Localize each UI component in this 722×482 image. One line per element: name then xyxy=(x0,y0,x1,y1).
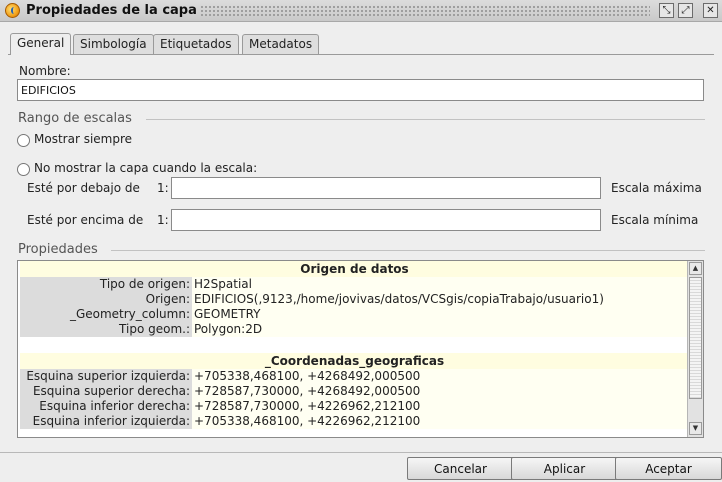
prop-value: +705338,468100, +4226962,212100 xyxy=(192,414,689,429)
bottom-separator xyxy=(0,452,722,453)
nombre-input[interactable] xyxy=(17,79,704,101)
table-row: Tipo de origen: H2Spatial xyxy=(20,277,689,292)
minimize-icon[interactable]: ⤡ xyxy=(659,3,674,18)
properties-panel[interactable]: Origen de datos Tipo de origen: H2Spatial… xyxy=(17,260,704,438)
tab-metadatos[interactable]: Metadatos xyxy=(242,34,320,54)
properties-table: Origen de datos Tipo de origen: H2Spatial… xyxy=(20,261,689,429)
coordenadas-header: _Coordenadas_geograficas xyxy=(20,353,689,369)
prop-key: Esquina superior derecha: xyxy=(20,384,192,399)
blank-row xyxy=(20,337,689,353)
apply-button[interactable]: Aplicar xyxy=(511,457,618,480)
escala-minima-label: Escala mínima xyxy=(611,213,699,227)
table-row: Esquina superior izquierda: +705338,46810… xyxy=(20,369,689,384)
prop-key: Tipo de origen: xyxy=(20,277,192,292)
prop-key: Tipo geom.: xyxy=(20,322,192,337)
table-row: Origen: EDIFICIOS(,9123,/home/jovivas/dat… xyxy=(20,292,689,307)
rango-section-title: Rango de escalas xyxy=(18,111,132,126)
vertical-scrollbar[interactable]: ▲ ▼ xyxy=(687,261,703,437)
no-mostrar-label[interactable]: No mostrar la capa cuando la escala: xyxy=(34,161,257,175)
title-grip[interactable] xyxy=(200,5,650,17)
table-row: Tipo geom.: Polygon:2D xyxy=(20,322,689,337)
encima-prefix: 1: xyxy=(157,213,169,227)
propiedades-separator xyxy=(111,250,705,251)
table-row: Esquina inferior derecha: +728587,730000,… xyxy=(20,399,689,414)
prop-key: Esquina inferior izquierda: xyxy=(20,414,192,429)
prop-key: Origen: xyxy=(20,292,192,307)
prop-value: +728587,730000, +4226962,212100 xyxy=(192,399,689,414)
tab-simbologia[interactable]: Simbología xyxy=(73,34,154,54)
table-row: _Geometry_column: GEOMETRY xyxy=(20,307,689,322)
table-row: Esquina inferior izquierda: +705338,46810… xyxy=(20,414,689,429)
rango-separator xyxy=(146,119,705,120)
title-bar: Propiedades de la capa ⤡ ⤢ ✕ xyxy=(0,0,722,22)
mostrar-siempre-radio[interactable] xyxy=(17,134,30,147)
table-row: Esquina superior derecha: +728587,730000,… xyxy=(20,384,689,399)
prop-key: _Geometry_column: xyxy=(20,307,192,322)
debajo-label: Esté por debajo de xyxy=(27,181,140,195)
prop-value: H2Spatial xyxy=(192,277,689,292)
prop-value: GEOMETRY xyxy=(192,307,689,322)
app-logo-icon xyxy=(5,3,20,18)
debajo-prefix: 1: xyxy=(157,181,169,195)
tab-panel-border xyxy=(8,54,714,55)
prop-value: EDIFICIOS(,9123,/home/jovivas/datos/VCSg… xyxy=(192,292,689,307)
tab-etiquetados[interactable]: Etiquetados xyxy=(153,34,239,54)
prop-value: +705338,468100, +4268492,000500 xyxy=(192,369,689,384)
maximize-icon[interactable]: ⤢ xyxy=(678,3,693,18)
prop-value: +728587,730000, +4268492,000500 xyxy=(192,384,689,399)
tab-general[interactable]: General xyxy=(10,33,72,55)
scroll-up-icon[interactable]: ▲ xyxy=(689,262,702,275)
prop-value: Polygon:2D xyxy=(192,322,689,337)
prop-key: Esquina inferior derecha: xyxy=(20,399,192,414)
no-mostrar-radio[interactable] xyxy=(17,163,30,176)
origen-header: Origen de datos xyxy=(20,261,689,277)
scroll-thumb[interactable] xyxy=(689,277,702,399)
mostrar-siempre-label[interactable]: Mostrar siempre xyxy=(34,132,132,146)
prop-key: Esquina superior izquierda: xyxy=(20,369,192,384)
propiedades-section-title: Propiedades xyxy=(18,242,98,257)
scroll-down-icon[interactable]: ▼ xyxy=(689,422,702,435)
close-icon[interactable]: ✕ xyxy=(703,3,718,18)
escala-minima-input[interactable] xyxy=(171,209,601,231)
escala-maxima-label: Escala máxima xyxy=(611,181,702,195)
nombre-label: Nombre: xyxy=(19,64,71,78)
encima-label: Esté por encima de xyxy=(27,213,144,227)
cancel-button[interactable]: Cancelar xyxy=(407,457,514,480)
escala-maxima-input[interactable] xyxy=(171,177,601,199)
accept-button[interactable]: Aceptar xyxy=(615,457,722,480)
window-title: Propiedades de la capa xyxy=(26,3,197,18)
